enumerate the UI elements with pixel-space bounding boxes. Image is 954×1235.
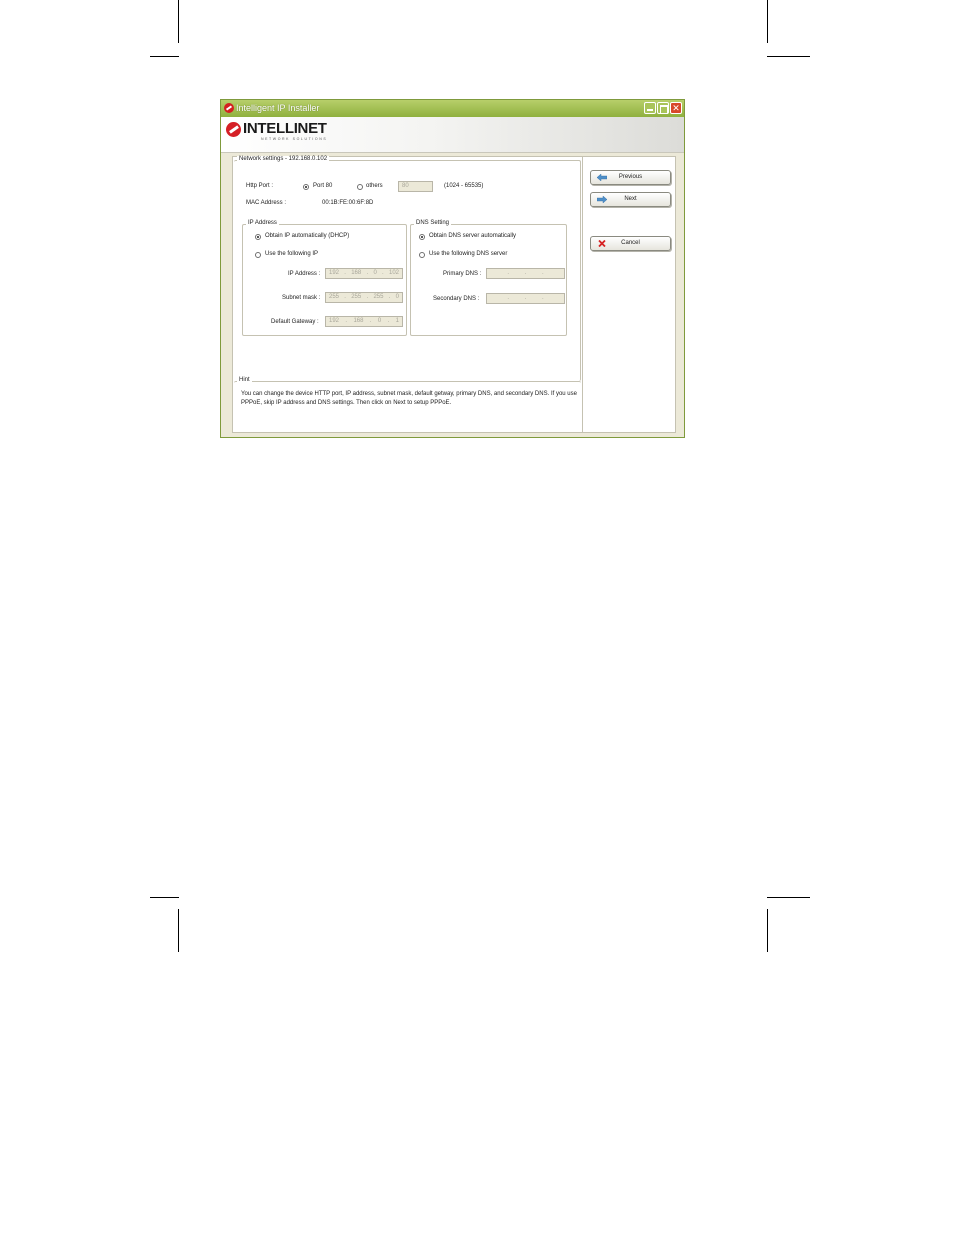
port-range-label: (1024 - 65535) <box>444 183 484 189</box>
http-port-label: Http Port : <box>246 183 274 189</box>
default-gateway-label: Default Gateway : <box>271 319 319 325</box>
crop-mark <box>767 56 810 57</box>
ip-octet: 168 <box>351 270 362 276</box>
installer-window: Intelligent IP Installer ✕ INTELLINET NE… <box>220 99 685 438</box>
ip-address-field-label: IP Address : <box>288 271 321 277</box>
default-gateway-input[interactable]: 192. 168. 0. 1 <box>325 316 403 327</box>
next-label: Next <box>624 196 637 202</box>
network-settings-group: Network settings - 192.168.0.102 Http Po… <box>234 156 581 381</box>
crop-mark <box>150 897 179 898</box>
cancel-button[interactable]: Cancel <box>590 236 671 251</box>
subnet-mask-label: Subnet mask : <box>282 295 321 301</box>
dns-auto-label: Obtain DNS server automatically <box>429 233 517 239</box>
app-logo-icon <box>224 103 234 113</box>
previous-label: Previous <box>618 174 643 180</box>
mask-octet: 255 <box>373 294 384 300</box>
gateway-octet: 0 <box>377 318 382 324</box>
ip-octet: 102 <box>388 270 399 276</box>
ip-manual-radio[interactable] <box>255 252 261 258</box>
gateway-octet: 168 <box>353 318 364 324</box>
mask-octet: 0 <box>395 294 399 300</box>
others-label: others <box>366 183 383 189</box>
ip-address-legend: IP Address <box>246 220 279 226</box>
ip-address-input[interactable]: 192. 168. 0. 102 <box>325 268 403 279</box>
panel-divider <box>582 157 583 432</box>
maximize-button[interactable] <box>657 102 669 114</box>
crop-mark <box>150 56 179 57</box>
brand-banner: INTELLINET NETWORK SOLUTIONS <box>221 117 684 153</box>
brand-name: INTELLINET <box>243 120 327 137</box>
mac-address-label: MAC Address : <box>246 200 287 206</box>
ip-octet: 0 <box>373 270 377 276</box>
ip-dhcp-label: Obtain IP automatically (DHCP) <box>265 233 350 239</box>
next-button[interactable]: Next <box>590 192 671 207</box>
primary-dns-input[interactable]: ... <box>486 268 565 279</box>
secondary-dns-input[interactable]: ... <box>486 293 565 304</box>
gateway-octet: 1 <box>395 318 399 324</box>
crop-mark <box>178 909 179 952</box>
ip-address-group: IP Address Obtain IP automatically (DHCP… <box>242 220 407 336</box>
cancel-x-icon <box>598 240 606 247</box>
primary-dns-label: Primary DNS : <box>443 271 482 277</box>
others-port-input[interactable]: 80 <box>398 181 433 192</box>
mac-address-value: 00:1B:FE:00:6F:8D <box>322 200 374 206</box>
dns-auto-radio[interactable] <box>419 234 425 240</box>
dns-manual-label: Use the following DNS server <box>429 251 508 257</box>
previous-button[interactable]: Previous <box>590 170 671 185</box>
dns-manual-radio[interactable] <box>419 252 425 258</box>
title-bar[interactable]: Intelligent IP Installer ✕ <box>221 100 684 117</box>
gateway-octet: 192 <box>329 318 340 324</box>
crop-mark <box>178 0 179 43</box>
hint-legend: Hint <box>237 377 252 383</box>
subnet-mask-input[interactable]: 255. 255. 255. 0 <box>325 292 403 303</box>
others-radio[interactable] <box>357 184 363 190</box>
port80-label: Port 80 <box>313 183 333 189</box>
crop-mark <box>767 0 768 43</box>
ip-manual-label: Use the following IP <box>265 251 319 257</box>
hint-text: You can change the device HTTP port, IP … <box>241 391 577 406</box>
brand-tagline: NETWORK SOLUTIONS <box>261 137 328 141</box>
crop-mark <box>767 897 810 898</box>
port80-radio[interactable] <box>303 184 309 190</box>
dns-setting-group: DNS Setting Obtain DNS server automatica… <box>410 220 567 336</box>
ip-octet: 192 <box>329 270 340 276</box>
crop-mark <box>767 909 768 952</box>
minimize-button[interactable] <box>644 102 656 114</box>
arrow-left-icon <box>597 174 607 181</box>
intellinet-logo-icon <box>226 122 241 137</box>
mask-octet: 255 <box>329 294 340 300</box>
close-button[interactable]: ✕ <box>670 102 682 114</box>
ip-dhcp-radio[interactable] <box>255 234 261 240</box>
cancel-label: Cancel <box>621 240 640 246</box>
mask-octet: 255 <box>351 294 362 300</box>
secondary-dns-label: Secondary DNS : <box>433 296 480 302</box>
arrow-right-icon <box>597 196 607 203</box>
window-title: Intelligent IP Installer <box>236 103 320 113</box>
dns-setting-legend: DNS Setting <box>414 220 452 226</box>
network-settings-legend: Network settings - 192.168.0.102 <box>237 156 330 162</box>
hint-group: Hint You can change the device HTTP port… <box>234 377 581 433</box>
